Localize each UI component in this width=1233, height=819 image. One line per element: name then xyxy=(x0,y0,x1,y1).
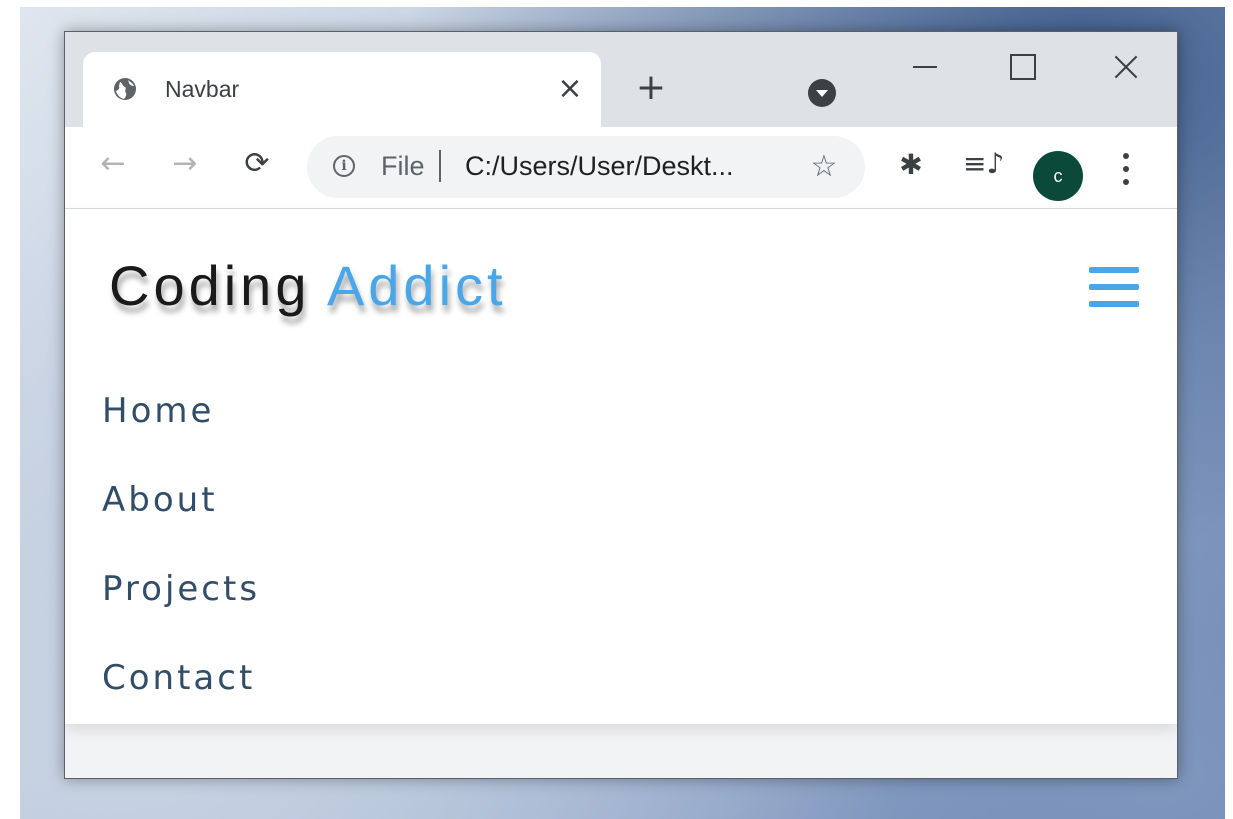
info-icon[interactable]: i xyxy=(333,155,355,177)
media-control-icon[interactable]: ≡♪ xyxy=(963,144,1004,184)
nav-link-about[interactable]: About xyxy=(102,480,260,569)
browser-toolbar: ← → ⟳ i File C:/Users/User/Deskt... ☆ ✱ … xyxy=(65,127,1177,209)
close-tab-icon[interactable]: × xyxy=(553,72,587,106)
nav-link-home[interactable]: Home xyxy=(102,391,260,480)
nav-link-projects[interactable]: Projects xyxy=(102,569,260,658)
browser-tab[interactable]: Navbar × xyxy=(83,52,601,127)
site-logo[interactable]: Coding Addict xyxy=(109,253,507,318)
menu-dot xyxy=(1123,153,1129,159)
forward-arrow-icon[interactable]: → xyxy=(165,144,205,184)
profile-avatar[interactable]: c xyxy=(1033,151,1083,201)
logo-main-text: Coding xyxy=(109,254,311,317)
bookmark-star-icon[interactable]: ☆ xyxy=(807,150,841,184)
browser-window: Navbar × + ← → ⟳ i File C:/Users/User/De… xyxy=(64,31,1178,779)
scheme-label: File xyxy=(381,151,425,181)
hamburger-bar xyxy=(1089,267,1139,273)
browser-menu-icon[interactable] xyxy=(1115,149,1137,189)
new-tab-button[interactable]: + xyxy=(633,70,669,106)
close-window-button[interactable] xyxy=(1103,50,1149,84)
hamburger-bar xyxy=(1089,284,1139,290)
nav-link-contact[interactable]: Contact xyxy=(102,658,260,747)
menu-dot xyxy=(1123,166,1129,172)
tab-title: Navbar xyxy=(165,76,240,102)
address-separator xyxy=(439,150,441,182)
maximize-button[interactable] xyxy=(998,50,1044,84)
extensions-puzzle-icon[interactable]: ✱ xyxy=(891,145,931,185)
hamburger-bar xyxy=(1089,301,1139,307)
menu-dot xyxy=(1123,179,1129,185)
address-bar[interactable]: i File C:/Users/User/Deskt... ☆ xyxy=(307,136,865,198)
site-navbar: Coding Addict Home About Projects Contac… xyxy=(65,209,1177,724)
page-viewport: Coding Addict Home About Projects Contac… xyxy=(65,209,1177,778)
globe-icon xyxy=(114,78,136,100)
reload-icon[interactable]: ⟳ xyxy=(237,144,277,184)
nav-links: Home About Projects Contact xyxy=(102,391,260,747)
tab-strip: Navbar × + xyxy=(65,32,1177,127)
minimize-button[interactable] xyxy=(901,50,947,84)
hamburger-icon[interactable] xyxy=(1089,267,1139,309)
tab-search-icon[interactable] xyxy=(808,79,836,107)
logo-accent-text: Addict xyxy=(326,254,507,317)
url-text[interactable]: C:/Users/User/Deskt... xyxy=(465,151,734,182)
back-arrow-icon[interactable]: ← xyxy=(93,144,133,184)
